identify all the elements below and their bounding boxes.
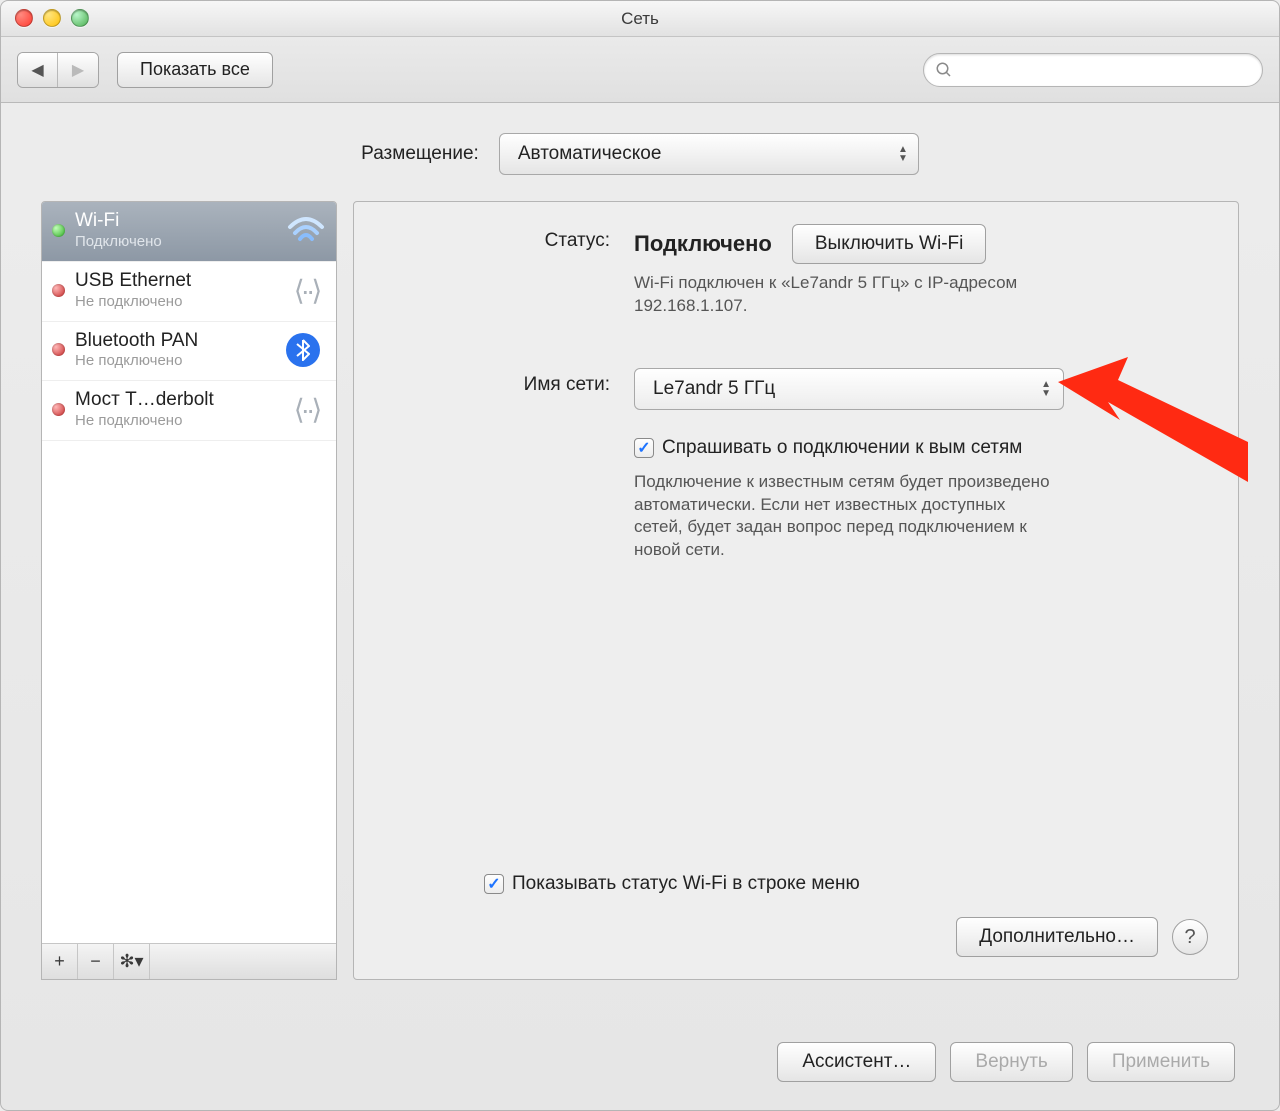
window-footer: Ассистент… Вернуть Применить <box>1 1042 1279 1082</box>
sidebar-item-label: USB Ethernet <box>75 270 276 293</box>
status-dot-icon <box>52 343 65 356</box>
sidebar-item-status: Подключено <box>75 233 276 251</box>
ethernet-icon: ⟨··⟩ <box>286 393 326 426</box>
sidebar-item-label: Wi-Fi <box>75 210 276 233</box>
sidebar-item-label: Bluetooth PAN <box>75 330 276 353</box>
close-button[interactable] <box>15 9 33 27</box>
question-icon: ? <box>1184 926 1195 948</box>
status-description: Wi-Fi подключен к «Le7andr 5 ГГц» с IP-а… <box>634 272 1054 318</box>
status-dot-icon <box>52 284 65 297</box>
sidebar-item-label: Мост T…derbolt <box>75 389 276 412</box>
sidebar-item-status: Не подключено <box>75 352 276 370</box>
status-label: Статус: <box>384 224 634 252</box>
network-name-popup[interactable]: Le7andr 5 ГГц ▲▼ <box>634 368 1064 410</box>
plus-icon: + <box>54 951 65 971</box>
detail-pane: Статус: Подключено Выключить Wi-Fi Wi-Fi… <box>353 201 1239 980</box>
ethernet-icon: ⟨··⟩ <box>286 274 326 307</box>
sidebar-item-bluetooth-pan[interactable]: Bluetooth PAN Не подключено <box>42 322 336 382</box>
traffic-lights <box>15 9 89 27</box>
assistant-button[interactable]: Ассистент… <box>777 1042 936 1082</box>
status-value: Подключено <box>634 231 772 257</box>
ask-join-label: Спрашивать о подключении к вым сетям <box>662 436 1022 461</box>
nav-segment: ◀ ▶ <box>17 52 99 88</box>
search-icon <box>935 61 953 84</box>
show-all-button[interactable]: Показать все <box>117 52 273 88</box>
show-menu-status-label: Показывать статус Wi-Fi в строке меню <box>512 872 860 897</box>
minus-icon: − <box>90 951 101 971</box>
toolbar: ◀ ▶ Показать все <box>1 37 1279 103</box>
advanced-button[interactable]: Дополнительно… <box>956 917 1158 957</box>
bluetooth-icon <box>286 333 326 367</box>
interface-sidebar: Wi-Fi Подключено USB Ethernet Не подключ… <box>41 201 337 980</box>
interface-actions-button[interactable]: ✻▾ <box>114 944 150 979</box>
show-menu-status-checkbox[interactable] <box>484 874 504 894</box>
network-name-value: Le7andr 5 ГГц <box>653 378 775 400</box>
location-popup[interactable]: Автоматическое ▲▼ <box>499 133 919 175</box>
status-dot-icon <box>52 403 65 416</box>
forward-button[interactable]: ▶ <box>58 53 98 87</box>
gear-icon: ✻▾ <box>119 951 143 971</box>
toggle-wifi-button[interactable]: Выключить Wi-Fi <box>792 224 986 264</box>
location-row: Размещение: Автоматическое ▲▼ <box>1 103 1279 193</box>
search-input[interactable] <box>923 53 1263 87</box>
sidebar-item-wifi[interactable]: Wi-Fi Подключено <box>42 202 336 262</box>
interface-list: Wi-Fi Подключено USB Ethernet Не подключ… <box>42 202 336 943</box>
ask-join-checkbox[interactable] <box>634 438 654 458</box>
sidebar-footer: + − ✻▾ <box>42 943 336 979</box>
sidebar-item-status: Не подключено <box>75 412 276 430</box>
revert-button[interactable]: Вернуть <box>950 1042 1072 1082</box>
location-value: Автоматическое <box>518 143 662 165</box>
chevron-left-icon: ◀ <box>31 62 43 79</box>
sidebar-item-thunderbolt-bridge[interactable]: Мост T…derbolt Не подключено ⟨··⟩ <box>42 381 336 441</box>
zoom-button[interactable] <box>71 9 89 27</box>
add-interface-button[interactable]: + <box>42 944 78 979</box>
back-button[interactable]: ◀ <box>18 53 58 87</box>
remove-interface-button[interactable]: − <box>78 944 114 979</box>
wifi-icon <box>286 215 326 245</box>
sidebar-item-status: Не подключено <box>75 293 276 311</box>
sidebar-item-usb-ethernet[interactable]: USB Ethernet Не подключено ⟨··⟩ <box>42 262 336 322</box>
apply-button[interactable]: Применить <box>1087 1042 1235 1082</box>
network-preferences-window: Сеть ◀ ▶ Показать все Размещение: Автома… <box>0 0 1280 1111</box>
popup-stepper-icon: ▲▼ <box>1041 380 1051 398</box>
network-name-label: Имя сети: <box>384 368 634 396</box>
help-button[interactable]: ? <box>1172 919 1208 955</box>
content-area: Wi-Fi Подключено USB Ethernet Не подключ… <box>41 201 1239 980</box>
location-label: Размещение: <box>361 143 479 165</box>
window-title: Сеть <box>1 9 1279 29</box>
ask-join-description: Подключение к известным сетям будет прои… <box>634 471 1054 563</box>
chevron-right-icon: ▶ <box>72 62 84 79</box>
popup-stepper-icon: ▲▼ <box>898 145 908 163</box>
titlebar: Сеть <box>1 1 1279 37</box>
minimize-button[interactable] <box>43 9 61 27</box>
status-dot-icon <box>52 224 65 237</box>
